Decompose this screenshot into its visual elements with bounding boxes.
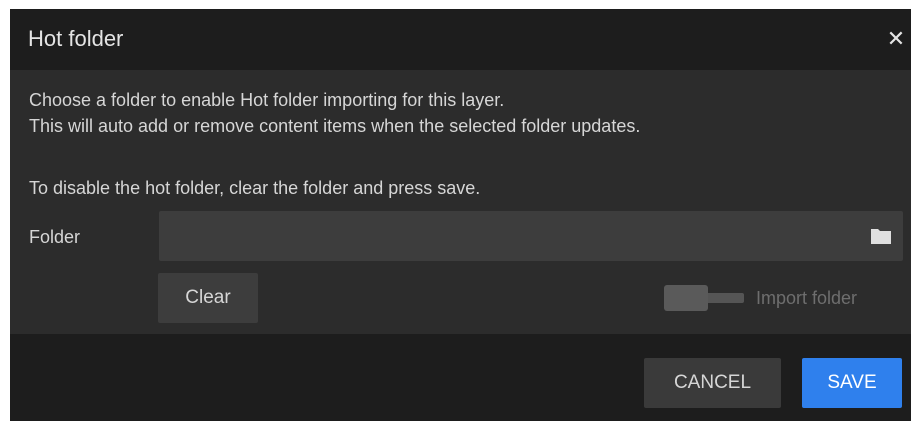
dialog-titlebar: Hot folder ✕: [10, 9, 911, 70]
dialog-footer: CANCEL SAVE: [10, 334, 911, 421]
description-line-1: Choose a folder to enable Hot folder imp…: [29, 90, 505, 110]
folder-input[interactable]: [167, 211, 851, 263]
import-folder-label: Import folder: [756, 288, 858, 308]
folder-field[interactable]: [159, 211, 903, 263]
dialog-body: Choose a folder to enable Hot folder imp…: [10, 70, 911, 334]
toggle-knob[interactable]: [664, 285, 708, 311]
description-line-3: To disable the hot folder, clear the fol…: [29, 178, 481, 198]
close-icon[interactable]: ✕: [883, 25, 909, 53]
folder-icon[interactable]: [871, 228, 891, 244]
clear-button[interactable]: Clear: [158, 273, 258, 323]
import-folder-toggle[interactable]: [664, 285, 744, 311]
cancel-button[interactable]: CANCEL: [644, 358, 781, 408]
folder-label: Folder: [29, 227, 81, 247]
description-line-2: This will auto add or remove content ite…: [29, 116, 641, 136]
hot-folder-dialog: Hot folder ✕ Choose a folder to enable H…: [10, 9, 911, 421]
save-button[interactable]: SAVE: [802, 358, 902, 408]
dialog-title: Hot folder: [28, 26, 124, 51]
